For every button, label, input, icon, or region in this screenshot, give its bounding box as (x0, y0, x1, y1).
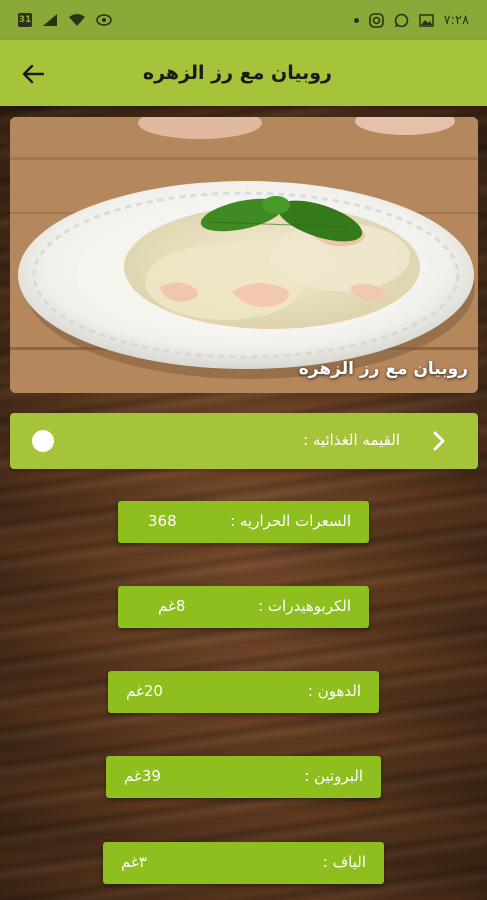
eye-icon (96, 14, 112, 26)
nutrition-item-label: الكربوهيدرات : (258, 597, 351, 615)
nutrition-item-calories: السعرات الحراريه : 368 (118, 501, 369, 543)
back-button[interactable] (18, 59, 48, 89)
signal-icon (43, 14, 57, 26)
page-title: روبيان مع رز الزهره (142, 62, 332, 84)
recipe-image: روبيان مع رز الزهره (10, 117, 478, 393)
whatsapp-icon (394, 13, 408, 27)
nutrition-item-label: الياف : (322, 853, 366, 871)
recipe-caption: روبيان مع رز الزهره (298, 359, 468, 379)
status-right: ٧:٢٨ (353, 12, 469, 28)
nutrition-item-value: ٣غم (121, 853, 147, 871)
arrow-left-icon (22, 64, 44, 84)
nutrition-item-fat: الدهون : 20غم (108, 671, 379, 713)
app-bar: روبيان مع رز الزهره (0, 40, 487, 106)
chevron-right-icon (433, 431, 445, 451)
nutrition-item-value: 20غم (126, 682, 163, 700)
toggle-indicator[interactable] (32, 430, 54, 452)
instagram-icon (368, 12, 384, 28)
nutrition-header[interactable]: القيمه الغذائيه : (10, 413, 478, 469)
recipe-photo-illustration (10, 117, 478, 393)
nutrition-item-value: 8غم (158, 597, 186, 615)
nutrition-item-label: البروتين : (304, 767, 363, 785)
status-left: 31 (18, 13, 112, 27)
nutrition-header-label: القيمه الغذائيه : (303, 431, 400, 449)
nutrition-item-carbs: الكربوهيدرات : 8غم (118, 586, 369, 628)
notification-dot-icon (353, 17, 359, 23)
status-bar: 31 ٧:٢٨ (0, 0, 487, 40)
status-time: ٧:٢٨ (443, 12, 469, 28)
nutrition-item-protein: البروتين : 39غم (106, 756, 381, 798)
nutrition-item-label: السعرات الحراريه : (230, 512, 351, 530)
nutrition-item-label: الدهون : (307, 682, 361, 700)
nutrition-item-fiber: الياف : ٣غم (103, 842, 384, 884)
nutrition-item-value: 39غم (124, 767, 161, 785)
wifi-icon (69, 14, 85, 26)
sim-badge: 31 (18, 13, 32, 27)
gallery-icon (418, 13, 434, 27)
nutrition-item-value: 368 (148, 512, 177, 530)
